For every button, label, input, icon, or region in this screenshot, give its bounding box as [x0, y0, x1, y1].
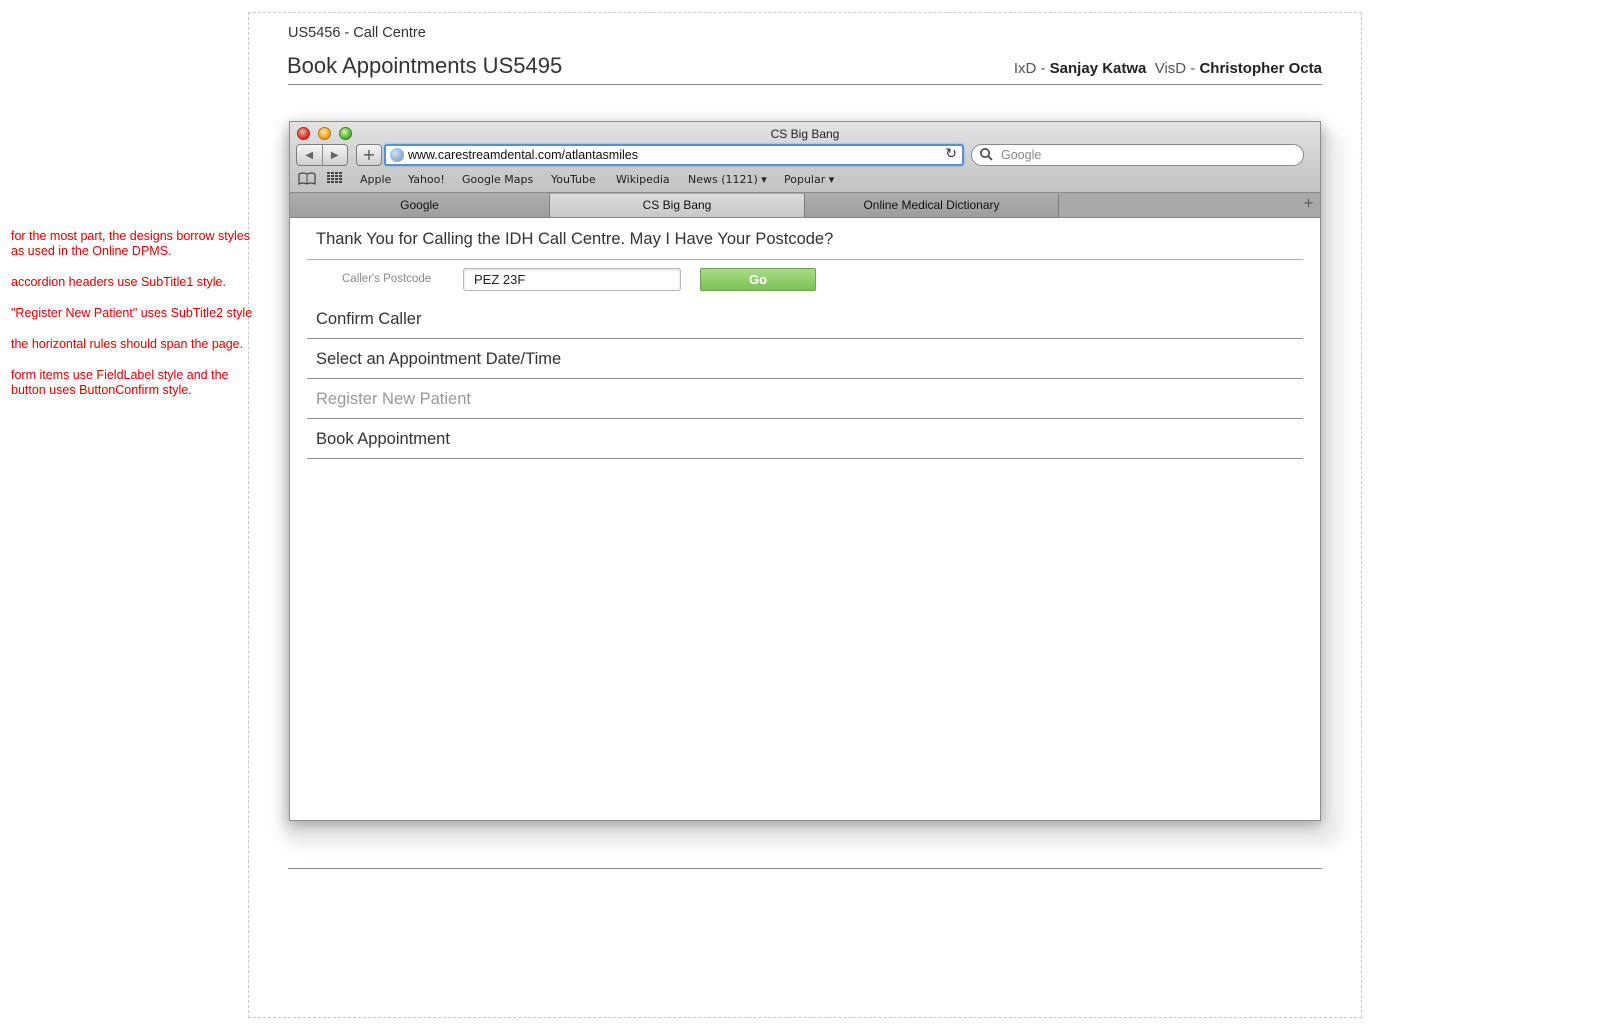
grid-icon[interactable]	[327, 172, 342, 188]
url-text: www.carestreamdental.com/atlantasmiles	[408, 148, 638, 162]
bookmark-apple[interactable]: Apple	[360, 173, 391, 186]
annotation-notes: for the most part, the designs borrow st…	[11, 229, 261, 414]
page-content: Thank You for Calling the IDH Call Centr…	[307, 218, 1303, 459]
note-1: for the most part, the designs borrow st…	[11, 229, 250, 258]
search-icon	[979, 146, 995, 166]
forward-icon: ▶	[330, 149, 339, 161]
section-select-appointment[interactable]: Select an Appointment Date/Time	[307, 339, 1303, 379]
tab-bar: Google CS Big Bang Online Medical Dictio…	[290, 192, 1320, 217]
search-placeholder: Google	[1001, 148, 1042, 162]
window-title: CS Big Bang	[770, 127, 840, 141]
postcode-input[interactable]: PEZ 23F	[463, 268, 681, 291]
section-book-appointment[interactable]: Book Appointment	[307, 419, 1303, 459]
page-title: Book Appointments US5495	[287, 53, 563, 78]
visd-label: VisD -	[1154, 60, 1200, 77]
bookmark-popular[interactable]: Popular ▾	[784, 173, 834, 186]
browser-window: CS Big Bang ◀ ▶ + www.carestreamdental.c…	[289, 121, 1321, 821]
tab-online-medical-dictionary[interactable]: Online Medical Dictionary	[805, 194, 1059, 217]
add-bookmark-button[interactable]: +	[356, 144, 382, 166]
go-button[interactable]: Go	[700, 268, 816, 291]
site-icon	[390, 148, 404, 162]
visd-name: Christopher Octa	[1199, 60, 1322, 77]
address-bar[interactable]: www.carestreamdental.com/atlantasmiles ↻	[384, 144, 964, 166]
footer-rule	[288, 868, 1322, 869]
search-field[interactable]: Google	[971, 144, 1304, 166]
header-rule	[288, 84, 1322, 85]
history-nav: ◀ ▶	[296, 144, 348, 166]
credits: IxD - Sanjay Katwa VisD - Christopher Oc…	[1014, 60, 1322, 77]
back-icon: ◀	[305, 149, 314, 161]
postcode-label: Caller's Postcode	[342, 273, 432, 285]
plus-icon: +	[362, 145, 376, 164]
bookmark-news[interactable]: News (1121) ▾	[688, 173, 767, 186]
back-button[interactable]: ◀	[297, 145, 322, 165]
note-2: accordion headers use SubTitle1 style.	[11, 275, 226, 289]
section-confirm-caller[interactable]: Confirm Caller	[307, 299, 1303, 339]
note-4: the horizontal rules should span the pag…	[11, 337, 244, 351]
note-5: form items use FieldLabel style and the …	[11, 368, 229, 397]
tab-cs-big-bang[interactable]: CS Big Bang	[550, 194, 805, 217]
story-id: US5456 - Call Centre	[288, 25, 426, 41]
postcode-header[interactable]: Thank You for Calling the IDH Call Centr…	[307, 218, 1303, 260]
ixd-label: IxD -	[1013, 60, 1050, 77]
section-register-new-patient[interactable]: Register New Patient	[307, 379, 1303, 419]
bookmark-google-maps[interactable]: Google Maps	[462, 173, 533, 186]
bookmark-yahoo[interactable]: Yahoo!	[408, 173, 445, 186]
browser-toolbar: CS Big Bang ◀ ▶ + www.carestreamdental.c…	[290, 122, 1320, 218]
bookmarks-bar: Apple Yahoo! Google Maps YouTube Wikiped…	[290, 169, 1320, 191]
bookmark-wikipedia[interactable]: Wikipedia	[616, 173, 670, 186]
forward-button[interactable]: ▶	[321, 145, 348, 165]
note-3: "Register New Patient" uses SubTitle2 st…	[11, 306, 253, 320]
postcode-form: Caller's Postcode PEZ 23F Go	[307, 260, 1303, 299]
ixd-name: Sanjay Katwa	[1049, 60, 1147, 77]
tab-google[interactable]: Google	[290, 194, 550, 217]
reload-icon[interactable]: ↻	[945, 146, 957, 162]
book-icon[interactable]	[298, 172, 316, 190]
bookmark-youtube[interactable]: YouTube	[551, 173, 596, 186]
new-tab-icon[interactable]: +	[1303, 196, 1314, 211]
